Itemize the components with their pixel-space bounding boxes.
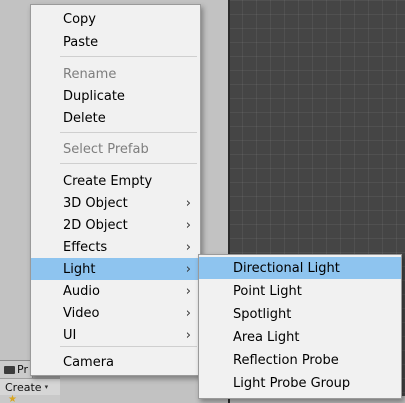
menu-separator — [60, 163, 197, 164]
menu-item-label: Camera — [63, 354, 115, 370]
context-menu: Copy Paste Rename Duplicate Delete Select Pre… — [30, 4, 201, 376]
chevron-right-icon: › — [185, 283, 191, 299]
submenu-item-reflection-probe[interactable]: Reflection Probe — [199, 349, 401, 371]
create-label: Create — [5, 380, 42, 394]
menu-item-duplicate[interactable]: Duplicate — [31, 85, 200, 107]
menu-item-label: Effects — [63, 239, 108, 255]
chevron-right-icon: › — [185, 261, 191, 277]
menu-item-select-prefab: Select Prefab — [31, 138, 200, 160]
menu-item-label: Duplicate — [63, 88, 125, 104]
menu-item-label: Select Prefab — [63, 141, 149, 157]
submenu-item-area-light[interactable]: Area Light — [199, 326, 401, 348]
menu-item-camera[interactable]: Camera — [31, 351, 200, 373]
menu-item-label: 2D Object — [63, 217, 128, 233]
chevron-right-icon: › — [185, 239, 191, 255]
menu-item-label: Light — [63, 261, 96, 277]
tab-project-label: Pr — [17, 363, 28, 376]
menu-item-video[interactable]: Video › — [31, 302, 200, 324]
submenu-item-label: Area Light — [233, 329, 300, 345]
menu-item-label: Create Empty — [63, 173, 153, 189]
submenu-item-label: Reflection Probe — [233, 352, 339, 368]
menu-separator — [60, 56, 197, 57]
menu-item-ui[interactable]: UI › — [31, 324, 200, 346]
light-submenu: Directional Light Point Light Spotlight Are… — [198, 254, 402, 399]
menu-item-label: Video — [63, 305, 100, 321]
chevron-right-icon: › — [185, 217, 191, 233]
menu-item-2d-object[interactable]: 2D Object › — [31, 214, 200, 236]
menu-item-label: Audio — [63, 283, 100, 299]
submenu-item-light-probe-group[interactable]: Light Probe Group — [199, 372, 401, 394]
menu-item-copy[interactable]: Copy — [31, 8, 200, 30]
folder-icon — [4, 365, 15, 374]
menu-item-audio[interactable]: Audio › — [31, 280, 200, 302]
chevron-right-icon: › — [185, 327, 191, 343]
create-dropdown-button[interactable]: Create ▾ — [2, 380, 51, 394]
menu-item-rename: Rename — [31, 63, 200, 85]
favorites-star-icon: ★ — [8, 394, 17, 403]
menu-separator — [60, 132, 197, 133]
menu-item-paste[interactable]: Paste — [31, 31, 200, 53]
project-list-item[interactable]: ★ — [0, 395, 60, 403]
chevron-right-icon: › — [185, 305, 191, 321]
menu-item-delete[interactable]: Delete — [31, 107, 200, 129]
submenu-item-label: Light Probe Group — [233, 375, 351, 391]
menu-item-label: UI — [63, 327, 77, 343]
submenu-item-point-light[interactable]: Point Light — [199, 280, 401, 302]
submenu-item-directional-light[interactable]: Directional Light — [199, 257, 401, 279]
menu-item-create-empty[interactable]: Create Empty — [31, 170, 200, 192]
menu-separator — [60, 346, 197, 347]
submenu-item-label: Directional Light — [233, 260, 340, 276]
menu-item-light[interactable]: Light › — [31, 258, 200, 280]
chevron-right-icon: › — [185, 195, 191, 211]
submenu-item-label: Spotlight — [233, 306, 292, 322]
menu-item-3d-object[interactable]: 3D Object › — [31, 192, 200, 214]
menu-item-label: Copy — [63, 11, 96, 27]
submenu-item-spotlight[interactable]: Spotlight — [199, 303, 401, 325]
menu-item-label: Rename — [63, 66, 117, 82]
menu-item-effects[interactable]: Effects › — [31, 236, 200, 258]
menu-item-label: Delete — [63, 110, 106, 126]
submenu-item-label: Point Light — [233, 283, 302, 299]
tab-project[interactable]: Pr — [0, 361, 33, 378]
chevron-down-icon: ▾ — [44, 383, 49, 391]
menu-item-label: Paste — [63, 34, 99, 50]
menu-item-label: 3D Object — [63, 195, 128, 211]
